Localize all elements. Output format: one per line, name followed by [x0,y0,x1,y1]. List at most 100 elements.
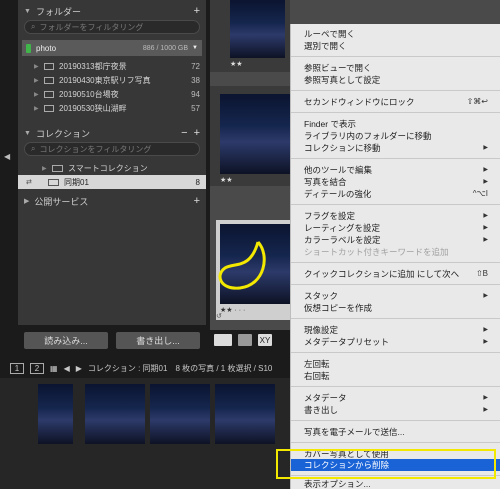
disclosure-right-icon[interactable]: ▶ [34,91,44,98]
rating-stars[interactable]: ★★ [220,176,233,184]
loupe-view-icon[interactable] [238,334,252,346]
filmstrip-thumbnail[interactable] [150,384,210,444]
grid-cell[interactable]: ★★ [210,0,290,72]
filmstrip-thumbnail[interactable] [215,384,275,444]
smart-collection-label: スマートコレクション [68,163,148,173]
menu-item[interactable]: Finder で表示 [291,118,500,129]
menu-item[interactable]: ルーペで開く [291,28,500,39]
left-panel: ▼ フォルダー + ⌕ フォルダーをフィルタリング photo 886 / 10… [18,0,206,349]
menu-item-label: ライブラリ内のフォルダーに移動 [304,130,432,141]
menu-item-label: 表示オプション... [304,478,371,489]
collection-search-input[interactable]: ⌕ コレクションをフィルタリング [24,142,200,156]
menu-item[interactable]: フラグを設定 ▶ [291,210,500,221]
photo-thumbnail[interactable] [220,94,290,174]
disclosure-right-icon[interactable]: ▶ [34,63,44,70]
disclosure-right-icon[interactable]: ▶ [34,105,44,112]
menu-item-label: レーティングを設定 [304,222,380,233]
smart-collection-row[interactable]: ▶ スマートコレクション [18,161,206,175]
rating-stars[interactable]: ★★ · · · [220,306,245,314]
collections-header-label: コレクション [35,128,90,139]
folders-header[interactable]: ▼ フォルダー + [18,2,206,20]
add-publish-icon[interactable]: + [194,195,200,207]
folder-search-input[interactable]: ⌕ フォルダーをフィルタリング [24,20,200,34]
menu-item[interactable]: メタデータプリセット ▶ [291,336,500,347]
menu-item[interactable]: 選別で開く [291,40,500,51]
submenu-arrow-icon: ▶ [483,225,488,231]
compare-view-icon[interactable]: XY [258,334,272,346]
collections-header[interactable]: ▼ コレクション − + [18,124,206,142]
folder-icon [44,76,54,84]
folder-row[interactable]: ▶ 20190430東京駅リフ写真 38 [18,73,206,87]
drive-row[interactable]: photo 886 / 1000 GB ▼ [22,40,202,56]
page-2-button[interactable]: 2 [30,362,44,374]
folder-count: 94 [191,89,200,99]
menu-item[interactable]: 写真を電子メールで送信... [291,426,500,437]
folder-icon [44,90,54,98]
forward-arrow-icon[interactable]: ▶ [76,364,82,373]
menu-item-label: 右回転 [304,370,330,381]
sync-icon: ⇄ [26,179,32,186]
collection-count: 8 [195,177,200,187]
menu-item[interactable]: クイックコレクションに追加 にして次へ ⇧B [291,268,500,279]
menu-item-label: カラーラベルを設定 [304,234,381,245]
rating-stars[interactable]: ★★ [230,60,243,68]
menu-item[interactable]: セカンドウィンドウにロック ⇧⌘↩ [291,96,500,107]
grid-cell[interactable]: ★★ [210,86,290,186]
folder-row[interactable]: ▶ 20190530狭山湖畔 57 [18,101,206,115]
publish-header[interactable]: ▶ 公開サービス + [18,192,206,210]
menu-item[interactable]: 参照写真として設定 [291,74,500,85]
rotate-icon[interactable]: ↺ [216,312,222,320]
filmstrip-thumbnail[interactable] [85,384,145,444]
add-folder-icon[interactable]: + [194,5,200,17]
menu-item[interactable]: ライブラリ内のフォルダーに移動 [291,130,500,141]
yellow-annotation-circle [218,240,266,290]
submenu-arrow-icon: ▶ [483,167,488,173]
menu-item-label: ディテールの強化 [304,188,372,199]
menu-item[interactable]: 他のツールで編集 ▶ [291,164,500,175]
menu-item-label: クイックコレクションに追加 にして次へ [304,268,460,279]
menu-item-label: 参照写真として設定 [304,74,381,85]
add-collection-icon[interactable]: + [194,127,200,139]
menu-item[interactable]: カラーラベルを設定 ▶ [291,234,500,245]
menu-item[interactable]: 書き出し ▶ [291,404,500,415]
chevron-down-icon[interactable]: ▼ [192,45,198,51]
menu-item[interactable]: 仮想コピーを作成 [291,302,500,313]
menu-item-label: 左回転 [304,358,330,369]
disclosure-down-icon[interactable]: ▼ [24,130,31,137]
menu-shortcut: ⇧B [475,269,488,278]
disclosure-down-icon[interactable]: ▼ [24,8,31,15]
photo-thumbnail[interactable] [230,0,285,58]
import-button[interactable]: 読み込み... [24,332,108,349]
menu-item[interactable]: スタック ▶ [291,290,500,301]
menu-item[interactable]: ディテールの強化 ^⌥I [291,188,500,199]
disclosure-right-icon[interactable]: ▶ [34,77,44,84]
menu-item[interactable]: レーティングを設定 ▶ [291,222,500,233]
menu-item[interactable]: 表示オプション... [291,478,500,489]
filmstrip-thumbnail[interactable] [38,384,73,444]
menu-item-label: 書き出し [304,404,339,415]
collection-row-selected[interactable]: ⇄ 同期01 8 [18,175,206,189]
menu-item[interactable]: 写真を結合 ▶ [291,176,500,187]
publish-header-label: 公開サービス [34,196,89,207]
grid-view-icon[interactable] [214,334,232,346]
collapse-icon[interactable]: − [181,127,187,139]
page-1-button[interactable]: 1 [10,362,24,374]
grid-toolbar: XY [210,330,290,350]
back-arrow-icon[interactable]: ◀ [64,364,70,373]
folder-row[interactable]: ▶ 20190313都庁夜景 72 [18,59,206,73]
menu-item-label: ルーペで開く [304,28,356,39]
folder-name: 20190510台場夜 [59,89,119,99]
menu-item[interactable]: コレクションに移動 ▶ [291,142,500,153]
folder-icon [44,104,54,112]
menu-item[interactable]: 参照ビューで開く [291,62,500,73]
disclosure-right-icon[interactable]: ▶ [42,165,52,172]
menu-item[interactable]: 右回転 [291,370,500,381]
menu-item[interactable]: 現像設定 ▶ [291,324,500,335]
export-button[interactable]: 書き出し... [116,332,200,349]
menu-item[interactable]: 左回転 [291,358,500,369]
menu-item[interactable]: メタデータ ▶ [291,392,500,403]
left-panel-collapse-icon[interactable]: ◀ [4,152,10,161]
disclosure-right-icon[interactable]: ▶ [24,197,29,205]
grid-icon[interactable]: ▦ [50,364,58,373]
folder-row[interactable]: ▶ 20190510台場夜 94 [18,87,206,101]
